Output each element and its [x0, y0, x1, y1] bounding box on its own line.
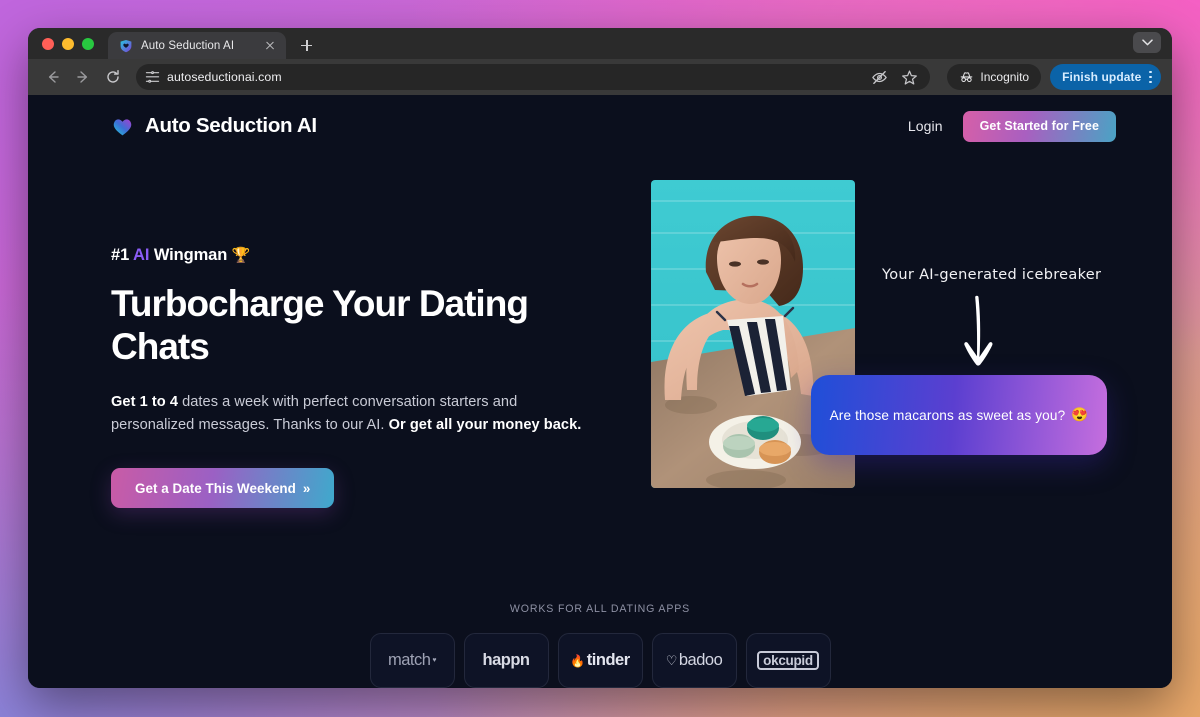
- heart-eyes-emoji-icon: 😍: [1071, 407, 1089, 422]
- eyebrow-wingman: Wingman: [149, 246, 232, 264]
- window-controls: [42, 28, 108, 59]
- star-icon[interactable]: [901, 69, 918, 86]
- get-a-date-button[interactable]: Get a Date This Weekend »: [111, 468, 335, 509]
- hero-visual: Your AI-generated icebreaker Are those m…: [626, 180, 1172, 508]
- dating-apps-label: WORKS FOR ALL DATING APPS: [509, 603, 691, 615]
- logo-card-match[interactable]: match ♥: [369, 633, 455, 688]
- subcopy-bold-lead: Get 1 to 4: [111, 393, 178, 410]
- hero-section: #1 AI Wingman 🏆 Turbocharge Your Dating …: [28, 154, 1172, 509]
- browser-toolbar: autoseductionai.com Incognito Finish upd…: [28, 59, 1172, 95]
- eye-crossed-icon[interactable]: [871, 69, 888, 86]
- tab-title: Auto Seduction AI: [141, 39, 235, 52]
- badoo-logo: ♡ badoo: [666, 651, 723, 670]
- heart-icon: ♥: [432, 657, 437, 664]
- site-header: Auto Seduction AI Login Get Started for …: [28, 98, 1172, 154]
- page-viewport: Auto Seduction AI Login Get Started for …: [28, 95, 1172, 688]
- annotation-text: Your AI-generated icebreaker: [882, 267, 1102, 283]
- flame-icon: 🔥: [570, 653, 585, 668]
- tinder-logo-text: tinder: [586, 651, 630, 669]
- okcupid-logo: okcupid: [757, 651, 819, 670]
- logo-card-okcupid[interactable]: okcupid: [745, 633, 831, 688]
- hero-subcopy: Get 1 to 4 dates a week with perfect con…: [111, 391, 591, 438]
- match-logo: match ♥: [387, 651, 437, 670]
- tinder-logo: 🔥 tinder: [570, 651, 630, 670]
- eyebrow-ai: AI: [133, 246, 150, 264]
- incognito-label: Incognito: [980, 70, 1030, 84]
- badoo-logo-text: badoo: [678, 651, 723, 669]
- logo-card-badoo[interactable]: ♡ badoo: [651, 633, 737, 688]
- get-a-date-label: Get a Date This Weekend: [135, 480, 296, 496]
- arrow-left-icon: [48, 71, 59, 83]
- chat-bubble-message: Are those macarons as sweet as you?: [829, 407, 1066, 423]
- get-started-button[interactable]: Get Started for Free: [962, 110, 1116, 142]
- brand-name: Auto Seduction AI: [145, 114, 317, 137]
- tab-strip: Auto Seduction AI: [28, 28, 1172, 59]
- subcopy-bold-guarantee: Or get all your money back.: [388, 417, 582, 434]
- tune-sliders-icon[interactable]: [145, 70, 160, 85]
- new-tab-button[interactable]: [292, 32, 320, 59]
- hero-copy: #1 AI Wingman 🏆 Turbocharge Your Dating …: [111, 220, 626, 509]
- shield-heart-icon: [119, 39, 133, 53]
- incognito-indicator[interactable]: Incognito: [947, 64, 1042, 90]
- hero-eyebrow: #1 AI Wingman 🏆: [111, 246, 626, 265]
- trophy-icon: 🏆: [231, 247, 251, 264]
- reload-icon: [107, 70, 119, 83]
- arrow-right-icon: [77, 71, 88, 83]
- browser-window: Auto Seduction AI autoseductionai.com In…: [28, 28, 1172, 688]
- page-title: Turbocharge Your Dating Chats: [111, 283, 529, 367]
- url-text: autoseductionai.com: [167, 70, 282, 84]
- dating-apps-row: match ♥ happn 🔥 tinder ♡ badoo okcupid: [369, 633, 831, 688]
- match-logo-text: match: [387, 651, 431, 669]
- forward-button[interactable]: [69, 63, 97, 91]
- gradient-heart-icon: [113, 118, 132, 135]
- chat-bubble-text-wrap: Are those macarons as sweet as you? 😍: [830, 407, 1089, 423]
- brand-logo[interactable]: Auto Seduction AI: [111, 114, 317, 138]
- reload-button[interactable]: [99, 63, 127, 91]
- browser-tab[interactable]: Auto Seduction AI: [108, 32, 286, 59]
- address-bar[interactable]: autoseductionai.com: [136, 64, 931, 90]
- logo-card-happn[interactable]: happn: [463, 633, 549, 688]
- finish-update-button[interactable]: Finish update: [1050, 64, 1161, 90]
- dating-apps-strip: WORKS FOR ALL DATING APPS match ♥ happn 🔥…: [28, 603, 1172, 688]
- eyebrow-rank: #1: [111, 246, 134, 264]
- close-window-button[interactable]: [42, 37, 54, 50]
- finish-update-label: Finish update: [1062, 70, 1142, 84]
- tab-search-button[interactable]: [1133, 32, 1161, 53]
- hand-drawn-down-arrow-icon: [956, 295, 1000, 372]
- logo-card-tinder[interactable]: 🔥 tinder: [557, 633, 643, 688]
- chevron-down-icon: [1141, 39, 1153, 46]
- double-chevron-right-icon: »: [302, 480, 311, 496]
- maximize-window-button[interactable]: [82, 37, 94, 50]
- minimize-window-button[interactable]: [62, 37, 74, 50]
- kebab-menu-icon[interactable]: [1147, 70, 1152, 84]
- close-tab-icon[interactable]: [262, 38, 278, 54]
- incognito-hat-icon: [961, 71, 973, 82]
- login-link[interactable]: Login: [908, 118, 943, 134]
- chat-bubble: Are those macarons as sweet as you? 😍: [811, 375, 1107, 455]
- heart-icon: ♡: [665, 652, 678, 668]
- happn-logo: happn: [482, 651, 531, 669]
- back-button[interactable]: [39, 63, 67, 91]
